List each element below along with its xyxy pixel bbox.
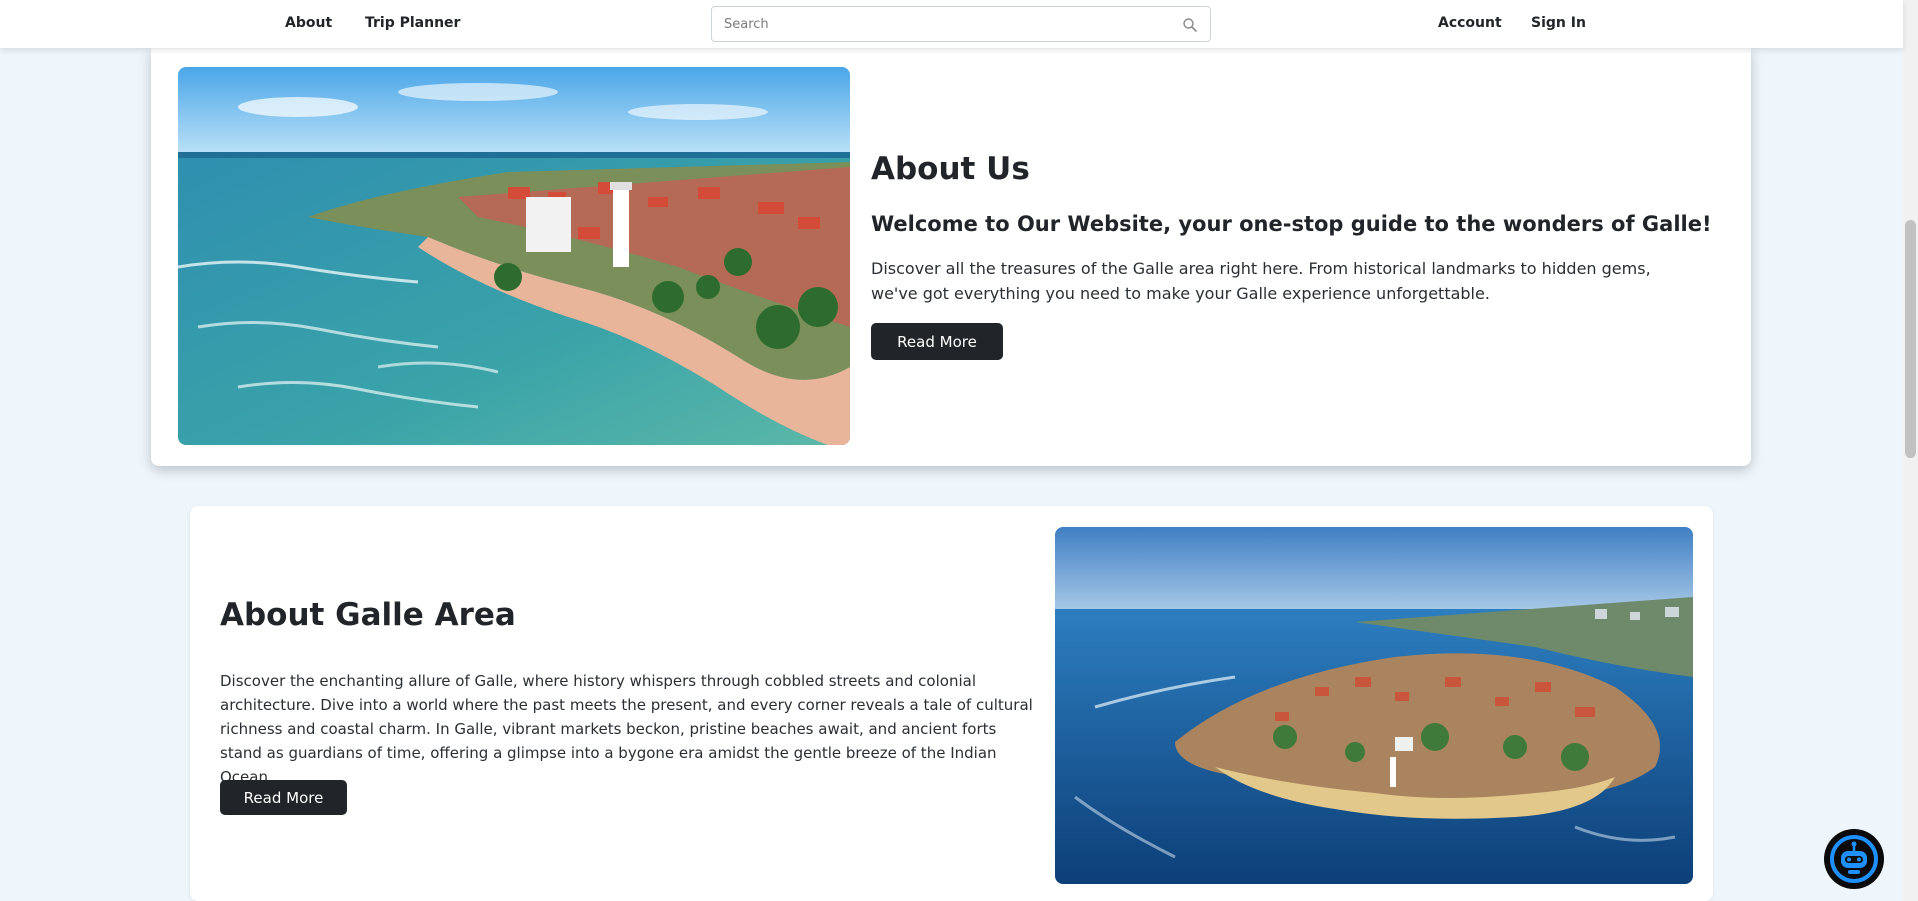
about-us-card: About Us Welcome to Our Website, your on… bbox=[151, 48, 1751, 466]
search-box bbox=[711, 6, 1211, 42]
about-us-read-more-button[interactable]: Read More bbox=[871, 323, 1003, 360]
nav-link-about[interactable]: About bbox=[285, 15, 332, 31]
nav-link-trip-planner[interactable]: Trip Planner bbox=[365, 15, 460, 31]
about-us-description: Discover all the treasures of the Galle … bbox=[871, 259, 1651, 303]
galle-coast-image bbox=[178, 67, 850, 445]
nav-link-account[interactable]: Account bbox=[1438, 15, 1502, 31]
about-galle-title: About Galle Area bbox=[220, 597, 516, 633]
top-navbar: About Trip Planner Account Sign In bbox=[0, 0, 1903, 48]
nav-link-sign-in[interactable]: Sign In bbox=[1531, 15, 1586, 31]
scrollbar-thumb[interactable] bbox=[1905, 220, 1916, 458]
page-scrollbar[interactable] bbox=[1903, 0, 1918, 901]
chatbot-button[interactable] bbox=[1824, 829, 1884, 889]
about-galle-card: About Galle Area Discover the enchanting… bbox=[190, 506, 1713, 901]
about-galle-description: Discover the enchanting allure of Galle,… bbox=[220, 672, 1033, 786]
search-input[interactable] bbox=[712, 7, 1210, 41]
robot-icon bbox=[1830, 835, 1878, 883]
about-us-title: About Us bbox=[871, 151, 1030, 187]
galle-fort-aerial-image bbox=[1055, 527, 1693, 884]
search-icon[interactable] bbox=[1182, 17, 1198, 33]
about-galle-read-more-button[interactable]: Read More bbox=[220, 780, 347, 815]
about-us-subtitle: Welcome to Our Website, your one-stop gu… bbox=[871, 212, 1712, 236]
